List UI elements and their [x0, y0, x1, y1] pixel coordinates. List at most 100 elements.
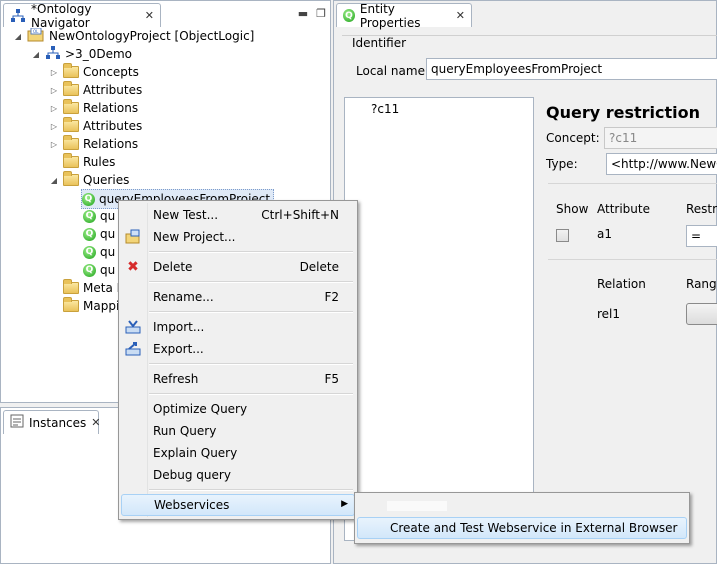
tab-label: *Ontology Navigator: [31, 1, 92, 30]
query-text-area[interactable]: ?c11: [344, 97, 534, 541]
expand-icon[interactable]: ◢: [13, 32, 23, 41]
entity-properties-panel: Q Entity Properties ✕ Identifier Local n…: [333, 0, 717, 564]
collapsed-icon[interactable]: ▷: [49, 86, 59, 95]
menu-separator: [149, 251, 353, 253]
tree-folder-concepts[interactable]: ▷ Concepts: [49, 63, 139, 81]
submenu-arrow-icon: ▶: [341, 499, 348, 509]
tree-label: Attributes: [83, 119, 143, 133]
expand-icon[interactable]: ◢: [49, 176, 59, 185]
webservices-submenu: Create and Test Webservice in External B…: [354, 492, 690, 544]
menu-separator: [149, 363, 353, 365]
collapsed-icon[interactable]: ▷: [49, 68, 59, 77]
tree-label: qu: [100, 227, 116, 241]
minimize-icon[interactable]: ▬: [295, 5, 311, 21]
column-attribute: Attribute: [597, 202, 650, 216]
attribute-name: a1: [597, 227, 612, 241]
show-checkbox[interactable]: [556, 229, 569, 242]
expand-icon[interactable]: ◢: [31, 50, 41, 59]
menu-item-optimize-query[interactable]: Optimize Query: [121, 398, 355, 420]
menu-item-export[interactable]: Export...: [121, 338, 355, 360]
folder-icon: [63, 279, 79, 294]
tab-instances[interactable]: Instances ✕: [3, 410, 101, 434]
tree-folder-relations-2[interactable]: ▷ Relations: [49, 135, 138, 153]
range-button[interactable]: [686, 303, 717, 325]
tree-label: Queries: [83, 173, 130, 187]
query-icon: Q: [82, 192, 95, 206]
menu-item-refresh[interactable]: Refresh F5: [121, 368, 355, 390]
local-name-input[interactable]: queryEmployeesFromProject: [426, 58, 717, 80]
menu-item-new-test[interactable]: New Test... Ctrl+Shift+N: [121, 204, 355, 226]
tab-ontology-navigator[interactable]: *Ontology Navigator ✕: [3, 1, 161, 30]
tree-label: Relations: [83, 137, 139, 151]
tree-label: qu: [100, 245, 116, 259]
query-variable: ?c11: [371, 102, 400, 116]
divider: [548, 259, 717, 260]
tab-entity-properties[interactable]: Q Entity Properties ✕: [336, 1, 472, 30]
tree-folder-meta[interactable]: Meta M: [49, 279, 127, 297]
menu-item-run-query[interactable]: Run Query: [121, 420, 355, 442]
concept-label: Concept:: [546, 131, 600, 145]
delete-icon: ✖: [127, 259, 139, 275]
folder-icon: [63, 297, 79, 312]
menu-item-rename[interactable]: Rename... F2: [121, 286, 355, 308]
collapsed-icon[interactable]: ▷: [49, 140, 59, 149]
project-icon: OL: [27, 27, 45, 45]
hierarchy-icon: [10, 8, 26, 23]
tree-project[interactable]: ◢ OL NewOntologyProject [ObjectLogic]: [13, 27, 254, 45]
collapsed-icon[interactable]: ▷: [49, 122, 59, 131]
relation-name: rel1: [597, 307, 621, 321]
identifier-group: Identifier Local name: queryEmployeesFro…: [342, 35, 717, 92]
collapsed-icon[interactable]: ▷: [49, 104, 59, 113]
query-icon: Q: [83, 263, 96, 277]
menu-item-explain-query[interactable]: Explain Query: [121, 442, 355, 464]
type-label: Type:: [546, 157, 578, 171]
menu-item-new-project[interactable]: New Project...: [121, 226, 355, 248]
maximize-icon[interactable]: ❐: [313, 5, 329, 21]
restriction-operator[interactable]: =: [686, 225, 717, 247]
concept-field[interactable]: ?c11: [604, 127, 717, 149]
tree-label: qu: [100, 209, 116, 223]
tree-query[interactable]: Qqu: [83, 243, 115, 261]
import-icon: [125, 319, 141, 335]
tree-folder-relations[interactable]: ▷ Relations: [49, 99, 138, 117]
tree-query[interactable]: Qqu: [83, 207, 115, 225]
tree-label: Mappi: [83, 299, 120, 313]
tree-folder-attributes-2[interactable]: ▷ Attributes: [49, 117, 142, 135]
menu-item-import[interactable]: Import...: [121, 316, 355, 338]
tree-folder-rules[interactable]: Rules: [49, 153, 115, 171]
restriction-title: Query restriction: [546, 103, 701, 122]
tab-label: Entity Properties: [359, 1, 421, 30]
query-icon: Q: [83, 209, 96, 223]
submenu-item-create-webservice[interactable]: Create and Test Webservice in External B…: [357, 517, 687, 539]
close-icon[interactable]: ✕: [145, 9, 154, 22]
folder-icon: [63, 117, 79, 132]
hierarchy-icon: [45, 45, 61, 63]
tree-folder-mappings[interactable]: Mappi: [49, 297, 119, 315]
menu-item-debug-query[interactable]: Debug query: [121, 464, 355, 486]
column-relation: Relation: [597, 277, 646, 291]
new-project-icon: [125, 229, 141, 245]
tree-label: Relations: [83, 101, 139, 115]
query-icon: Q: [83, 227, 96, 241]
tree-query[interactable]: Qqu: [83, 225, 115, 243]
folder-icon: [63, 99, 79, 114]
submenu-item-placeholder: [387, 501, 447, 511]
local-name-label: Local name:: [356, 64, 429, 78]
menu-separator: [149, 393, 353, 395]
tree-folder-attributes[interactable]: ▷ Attributes: [49, 81, 142, 99]
type-field[interactable]: <http://www.NewO: [606, 153, 717, 175]
identifier-label: Identifier: [352, 36, 407, 50]
close-icon[interactable]: ✕: [456, 9, 465, 22]
close-icon[interactable]: ✕: [91, 416, 100, 429]
menu-item-webservices[interactable]: Webservices ▶: [121, 494, 355, 516]
tree-folder-queries[interactable]: ◢ Queries: [49, 171, 129, 189]
folder-icon: [63, 171, 79, 186]
menu-item-delete[interactable]: ✖ Delete Delete: [121, 256, 355, 278]
tree-label: qu: [100, 263, 116, 277]
tree-query[interactable]: Qqu: [83, 261, 115, 279]
tree-module[interactable]: ◢ >3_0Demo: [31, 45, 132, 63]
column-show: Show: [556, 202, 589, 216]
menu-separator: [149, 311, 353, 313]
menu-separator: [149, 489, 353, 491]
tree-label: Rules: [83, 155, 116, 169]
